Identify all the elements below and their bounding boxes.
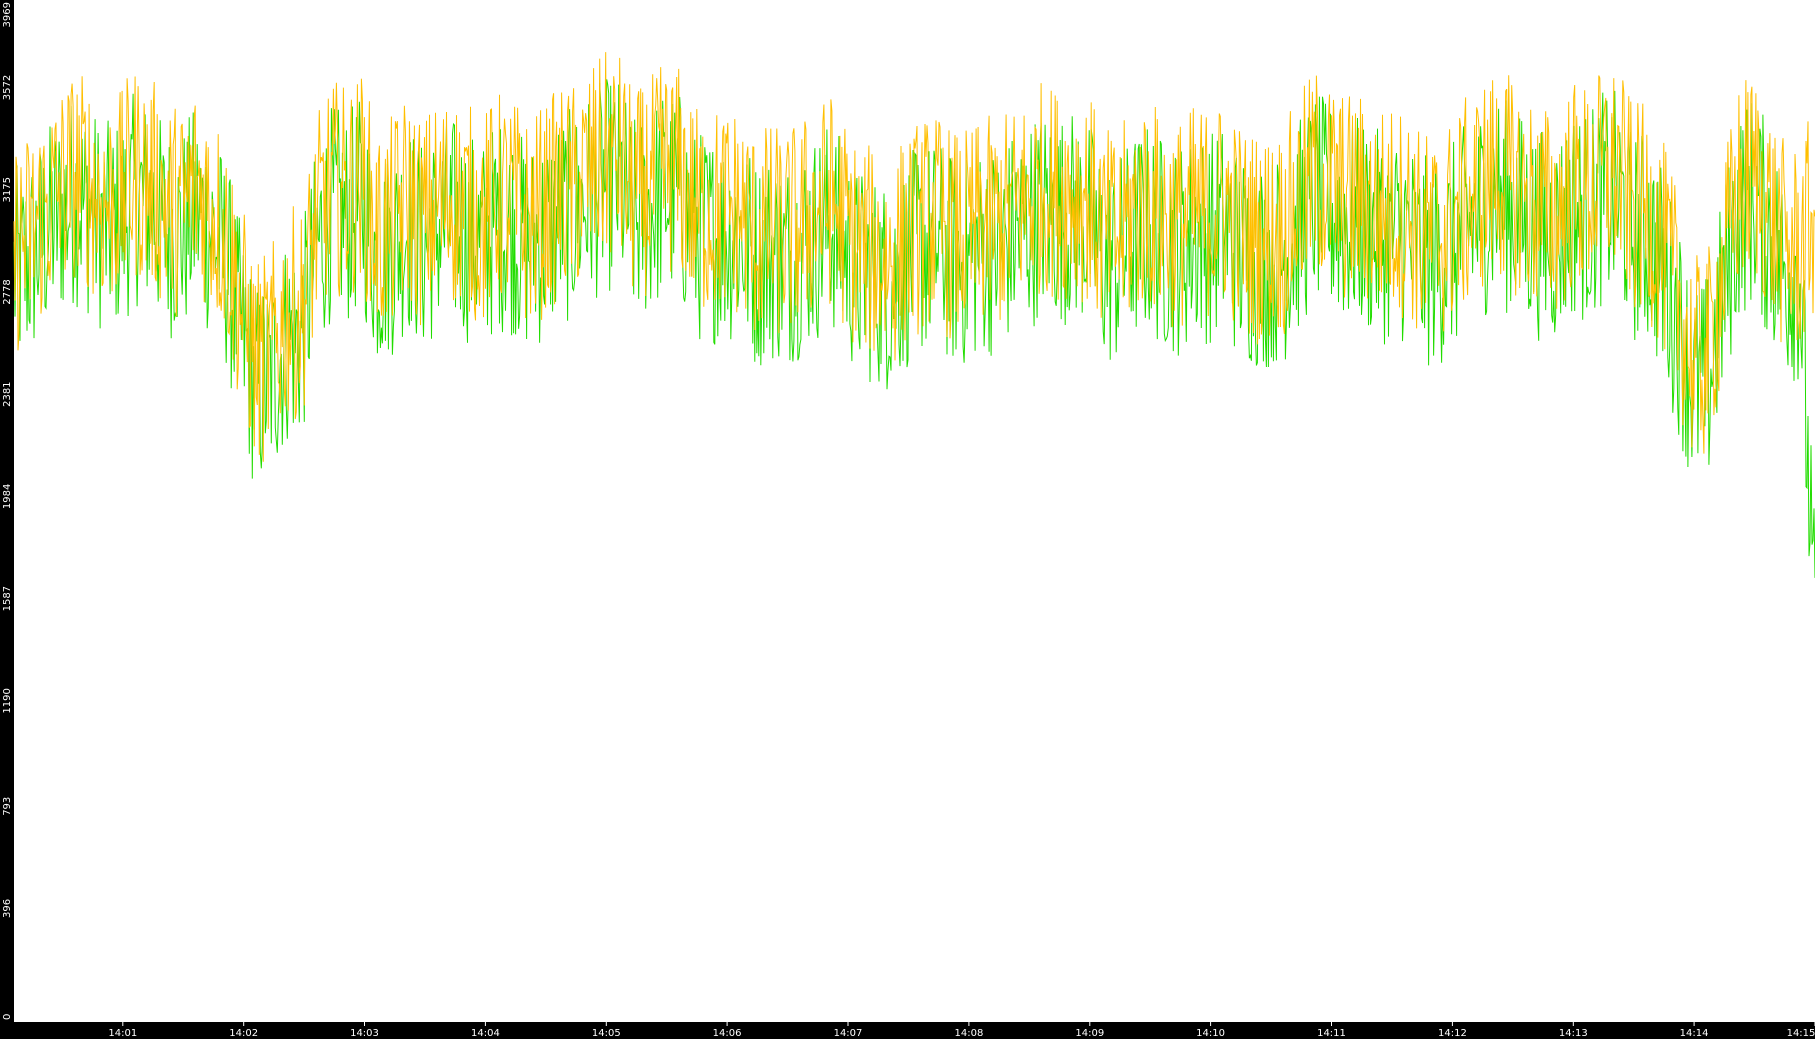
x-tick-label: 14:06: [713, 1028, 742, 1039]
x-tick-label: 14:10: [1196, 1028, 1225, 1039]
x-tick-label: 14:05: [592, 1028, 621, 1039]
x-tick-label: 14:03: [350, 1028, 379, 1039]
y-tick-label: 1587: [2, 586, 13, 611]
y-tick-label: 3175: [2, 177, 13, 202]
x-tick-label: 14:11: [1317, 1028, 1346, 1039]
y-tick-label: 1190: [2, 688, 13, 713]
x-tick-label: 14:09: [1075, 1028, 1104, 1039]
y-tick-label: 2381: [2, 381, 13, 406]
x-tick-label: 14:13: [1559, 1028, 1588, 1039]
time-series-chart: 039679311901587198423812778317535723969 …: [0, 0, 1815, 1039]
x-axis-bar: [0, 1022, 1815, 1039]
x-tick-label: 14:04: [471, 1028, 500, 1039]
x-tick-label: 14:08: [954, 1028, 983, 1039]
x-tick-label: 14:12: [1438, 1028, 1467, 1039]
x-tick-label: 14:01: [108, 1028, 137, 1039]
y-tick-label: 793: [2, 797, 13, 816]
y-tick-label: 0: [2, 1014, 13, 1020]
x-tick-label: 14:14: [1680, 1028, 1709, 1039]
x-tick-label: 14:02: [229, 1028, 258, 1039]
x-tick-label: 14:15: [1787, 1028, 1815, 1039]
x-tick-label: 14:07: [834, 1028, 863, 1039]
y-tick-label: 396: [2, 899, 13, 918]
y-tick-label: 1984: [2, 484, 13, 509]
y-axis-bar: [0, 0, 14, 1039]
y-tick-label: 3969: [2, 2, 13, 27]
y-tick-label: 3572: [2, 75, 13, 100]
y-tick-label: 2778: [2, 279, 13, 304]
chart-panel: 0 396 793 1190 1587 1984 2381 2778 3175 3572 3969 …: [0, 0, 1815, 1039]
